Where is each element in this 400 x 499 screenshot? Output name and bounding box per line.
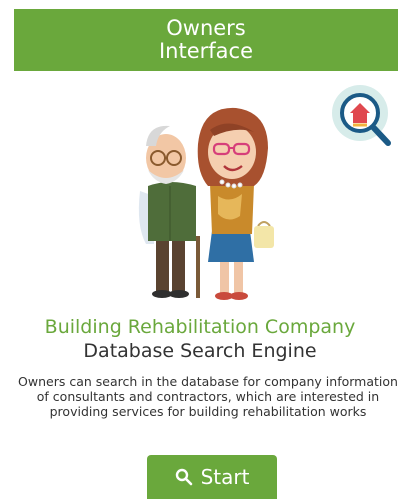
page-subtitle-dark: Database Search Engine — [83, 340, 317, 362]
owners-interface-page: Owners Interface Building Rehabilitation… — [0, 0, 400, 499]
header-banner: Owners Interface — [14, 9, 398, 71]
header-title-line1: Owners — [166, 16, 246, 40]
search-icon — [175, 468, 192, 486]
start-button-label: Start — [200, 465, 250, 489]
house-search-icon — [332, 85, 391, 146]
old-woman-figure — [197, 107, 274, 300]
header-title-line2: Interface — [158, 39, 254, 63]
start-button[interactable]: Start — [147, 455, 277, 499]
old-man-figure — [138, 125, 200, 298]
description-text: Owners can search in the database for co… — [18, 374, 398, 419]
elderly-couple-illustration — [138, 107, 274, 300]
page-subtitle-green: Building Rehabilitation Company — [44, 316, 356, 338]
